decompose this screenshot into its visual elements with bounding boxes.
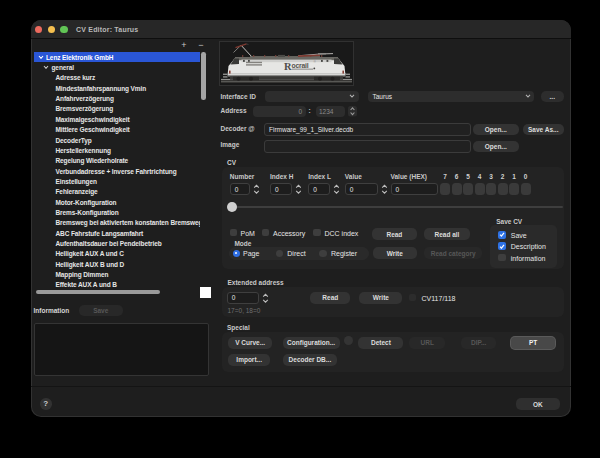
svg-text:ocrail: ocrail [292, 62, 309, 69]
